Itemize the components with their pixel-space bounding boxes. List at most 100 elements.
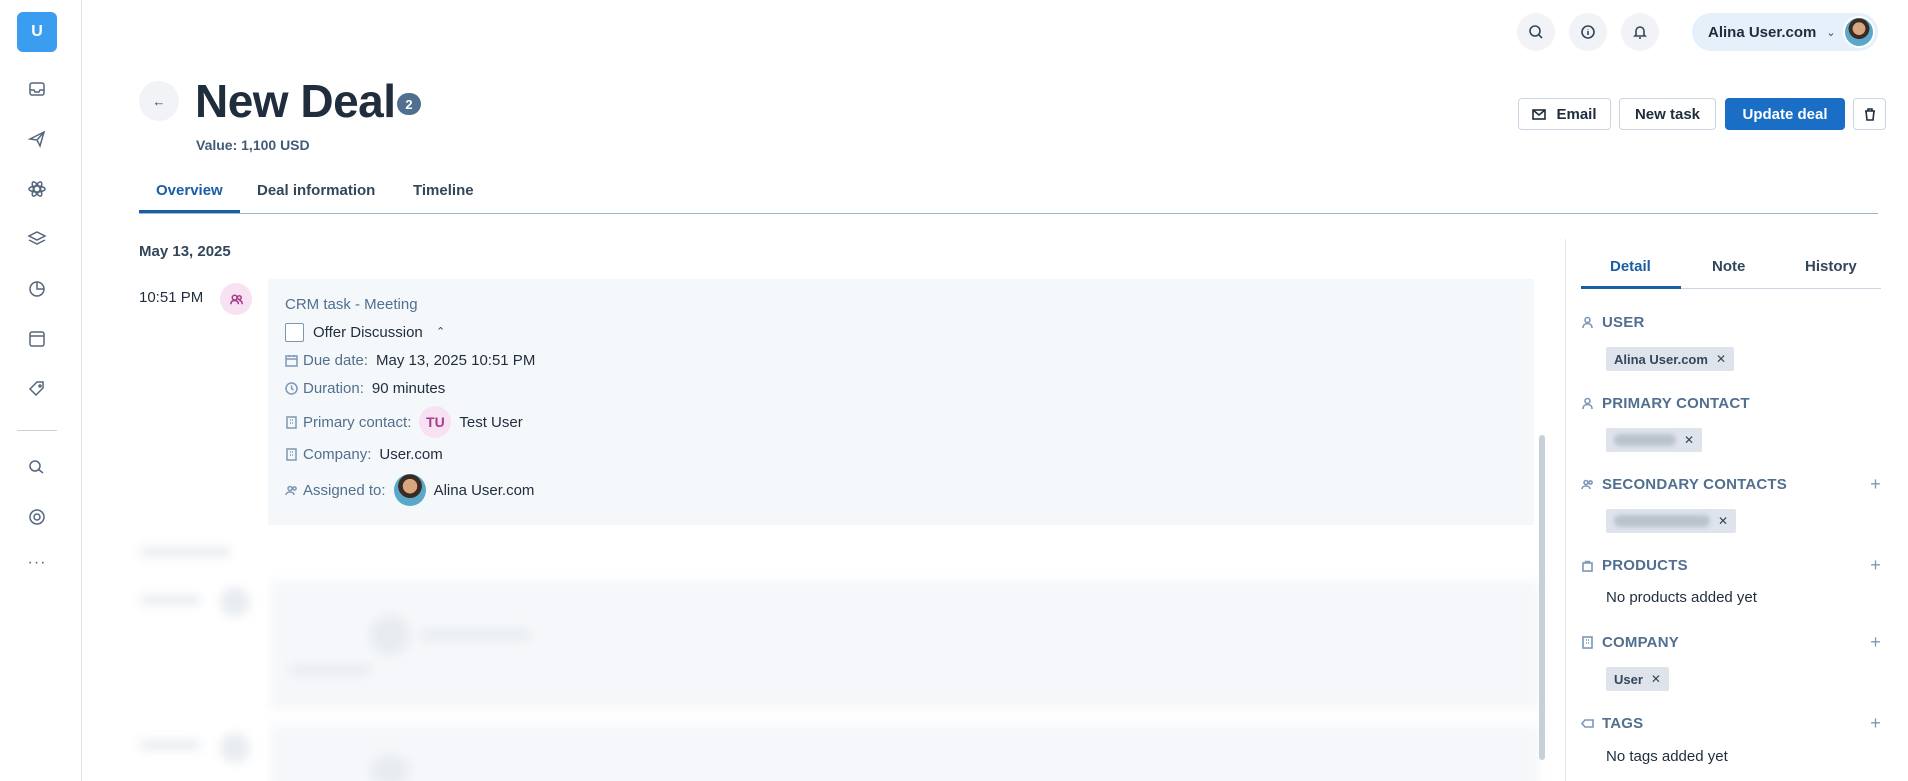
- user-menu[interactable]: Alina User.com ⌄: [1692, 13, 1878, 51]
- tab-timeline[interactable]: Timeline: [413, 182, 474, 199]
- update-deal-button-label: Update deal: [1742, 105, 1828, 123]
- clock-icon: [285, 382, 298, 395]
- remove-user-icon[interactable]: ✕: [1716, 352, 1726, 366]
- add-product-icon[interactable]: +: [1870, 555, 1881, 576]
- task-type[interactable]: CRM task - Meeting: [285, 296, 418, 313]
- user-tag: Alina User.com ✕: [1606, 347, 1734, 371]
- task-complete-checkbox[interactable]: [285, 323, 304, 342]
- contact-initials-avatar: TU: [419, 406, 452, 438]
- tab-history[interactable]: History: [1805, 258, 1857, 275]
- redacted-contact-name: [1614, 515, 1710, 527]
- email-button[interactable]: Email: [1518, 98, 1611, 130]
- blurred-timeline-items: [120, 535, 1540, 781]
- task-name[interactable]: Offer Discussion: [313, 324, 423, 341]
- primary-contact-tag: ✕: [1606, 428, 1703, 452]
- chevron-up-icon[interactable]: ⌃: [436, 325, 445, 338]
- send-icon[interactable]: [21, 123, 53, 155]
- avatar: [1843, 16, 1875, 48]
- tab-note[interactable]: Note: [1712, 258, 1745, 275]
- task-card: CRM task - Meeting Offer Discussion ⌃ Du…: [268, 279, 1534, 525]
- arrow-left-icon: ←: [152, 93, 166, 109]
- building-icon: [286, 415, 297, 429]
- add-company-icon[interactable]: +: [1870, 632, 1881, 653]
- delete-button[interactable]: [1853, 98, 1886, 130]
- detail-panel-tabs: Detail Note History: [1581, 239, 1881, 289]
- tab-deal-information[interactable]: Deal information: [257, 182, 375, 199]
- rail-divider: [17, 430, 57, 431]
- section-company-heading: COMPANY: [1602, 634, 1679, 651]
- section-company: COMPANY +: [1581, 632, 1881, 653]
- inbox-icon[interactable]: [21, 73, 53, 105]
- person-icon: [1582, 316, 1593, 329]
- section-user-heading: USER: [1602, 314, 1645, 331]
- search-icon[interactable]: [1517, 13, 1555, 51]
- app-logo[interactable]: U: [17, 12, 57, 52]
- duration-row: Duration: 90 minutes: [285, 380, 445, 397]
- timeline-date: May 13, 2025: [139, 243, 231, 260]
- section-primary-contact: PRIMARY CONTACT: [1581, 395, 1881, 412]
- count-badge: 2: [397, 93, 421, 115]
- deal-value-amount: 1,100 USD: [241, 137, 310, 153]
- new-task-button-label: New task: [1634, 105, 1701, 123]
- tab-detail[interactable]: Detail: [1610, 258, 1651, 275]
- atom-icon[interactable]: [21, 173, 53, 205]
- section-tags-heading: TAGS: [1602, 715, 1644, 732]
- bell-icon[interactable]: [1621, 13, 1659, 51]
- section-user: USER: [1581, 314, 1881, 331]
- primary-contact-row: Primary contact: TU Test User: [285, 406, 523, 438]
- bag-icon: [1582, 560, 1593, 572]
- primary-contact-name[interactable]: Test User: [459, 414, 522, 431]
- main-tabs: Overview Deal information Timeline: [139, 176, 1878, 214]
- tags-empty-text: No tags added yet: [1606, 748, 1728, 765]
- remove-company-icon[interactable]: ✕: [1651, 672, 1661, 686]
- secondary-contact-tag: ✕: [1606, 509, 1737, 533]
- company-tag-label: User: [1614, 671, 1643, 687]
- info-icon[interactable]: [1569, 13, 1607, 51]
- users-icon: [1581, 479, 1593, 490]
- due-date-row: Due date: May 13, 2025 10:51 PM: [285, 352, 535, 369]
- layers-icon[interactable]: [21, 223, 53, 255]
- detail-panel: Detail Note History USER Alina User.com …: [1565, 239, 1885, 781]
- more-menu-icon[interactable]: ···: [21, 554, 53, 578]
- redacted-contact-name: [1614, 434, 1676, 446]
- company-value[interactable]: User.com: [379, 446, 442, 463]
- timeline-time: 10:51 PM: [139, 289, 204, 306]
- update-deal-button[interactable]: Update deal: [1725, 98, 1845, 130]
- add-tag-icon[interactable]: +: [1870, 713, 1881, 734]
- calendar-icon: [285, 355, 298, 367]
- add-secondary-contact-icon[interactable]: +: [1870, 474, 1881, 495]
- meeting-icon: [220, 283, 252, 315]
- due-date-value: May 13, 2025 10:51 PM: [376, 352, 536, 369]
- products-empty-text: No products added yet: [1606, 589, 1757, 606]
- remove-secondary-contact-icon[interactable]: ✕: [1718, 514, 1728, 528]
- timeline-scrollbar[interactable]: [1539, 435, 1545, 760]
- handshake-icon[interactable]: [21, 451, 53, 483]
- section-secondary-contacts-heading: SECONDARY CONTACTS: [1602, 476, 1787, 493]
- active-tab-indicator: [1581, 286, 1681, 289]
- support-icon[interactable]: [21, 501, 53, 533]
- company-tag: User ✕: [1606, 667, 1669, 691]
- user-tag-label: Alina User.com: [1614, 351, 1708, 367]
- building-icon: [286, 448, 297, 461]
- assigned-label: Assigned to:: [303, 481, 386, 499]
- user-menu-name: Alina User.com: [1708, 23, 1817, 41]
- tab-overview[interactable]: Overview: [156, 182, 223, 199]
- primary-contact-label: Primary contact:: [303, 413, 412, 431]
- building-icon: [1582, 636, 1593, 649]
- section-primary-contact-heading: PRIMARY CONTACT: [1602, 395, 1750, 412]
- section-secondary-contacts: SECONDARY CONTACTS +: [1581, 474, 1881, 495]
- remove-primary-contact-icon[interactable]: ✕: [1684, 433, 1694, 447]
- section-tags: TAGS +: [1581, 713, 1881, 734]
- section-products-heading: PRODUCTS: [1602, 557, 1688, 574]
- back-button[interactable]: ←: [139, 81, 179, 121]
- tag-icon[interactable]: [21, 373, 53, 405]
- pie-chart-icon[interactable]: [21, 273, 53, 305]
- email-button-label: Email: [1556, 105, 1597, 123]
- mail-icon: [1532, 109, 1547, 120]
- browser-window-icon[interactable]: [21, 323, 53, 355]
- company-label: Company:: [303, 446, 372, 463]
- new-task-button[interactable]: New task: [1619, 98, 1716, 130]
- deal-value-label: Value:: [196, 137, 238, 153]
- active-tab-indicator: [139, 210, 240, 213]
- trash-icon: [1864, 108, 1875, 121]
